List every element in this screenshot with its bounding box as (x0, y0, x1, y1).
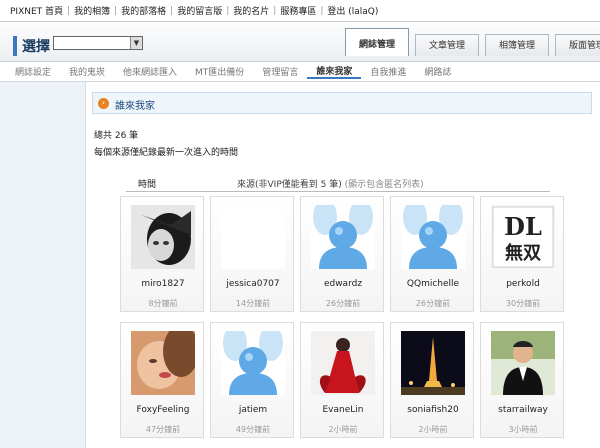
tab-blog-management[interactable]: 網誌管理 (345, 28, 409, 56)
top-link-logout[interactable]: 登出 (lalaQ) (323, 4, 382, 17)
subnav-weblog[interactable]: 網路誌 (415, 65, 460, 78)
avatar[interactable] (221, 205, 285, 269)
visitor-card[interactable]: QQmichelle 26分鐘前 (390, 196, 474, 312)
select-label: 選擇 (22, 39, 50, 55)
select-accent-bar (13, 36, 17, 56)
chevron-down-icon[interactable]: ▼ (130, 37, 142, 49)
column-source-label: 來源(非VIP僅能看到 5 筆) (237, 180, 342, 190)
default-avatar-icon[interactable] (311, 205, 375, 269)
subnav-blog-settings[interactable]: 網誌設定 (6, 65, 60, 78)
tab-layout-management[interactable]: 版面管理 (555, 34, 600, 56)
subnav-import[interactable]: 他來網誌匯入 (114, 65, 186, 78)
avatar[interactable] (491, 331, 555, 395)
column-source-note: (顯示包含匿名列表) (344, 180, 424, 190)
visit-time: 26分鐘前 (415, 299, 451, 308)
visit-time: 8分鐘前 (148, 299, 178, 308)
visitor-grid: miro1827 8分鐘前 jessica0707 14分鐘前 edwardz … (120, 196, 600, 446)
visitor-name[interactable]: perkold (481, 279, 565, 289)
visitor-card[interactable]: starrailway 3小時前 (480, 322, 564, 438)
visitor-card[interactable]: soniafish20 2小時前 (390, 322, 474, 438)
visitor-name[interactable]: jatiem (211, 405, 295, 415)
top-link-my-card[interactable]: 我的名片 (229, 4, 273, 17)
avatar[interactable] (311, 331, 375, 395)
header: 選擇 ▼ 網誌管理 文章管理 相簿管理 版面管理 (0, 22, 600, 62)
avatar[interactable] (401, 331, 465, 395)
subnav-manage-comments[interactable]: 管理留言 (253, 65, 307, 78)
avatar[interactable] (131, 205, 195, 269)
subnav-my-ghost[interactable]: 我的鬼崁 (60, 65, 114, 78)
main-content: › 誰來我家 總共 26 筆 每個來源僅紀錄最新一次進入的時間 時間 來源(非V… (86, 82, 600, 448)
subnav-mt-export[interactable]: MT匯出備份 (186, 65, 253, 78)
top-link-my-album[interactable]: 我的相簿 (70, 4, 114, 17)
top-links-bar: PIXNET 首頁 | 我的相簿 | 我的部落格 | 我的留言版 | 我的名片 | 服務專… (0, 0, 600, 22)
visit-time: 3小時前 (508, 425, 538, 434)
subnav-self-promote[interactable]: 自我推進 (361, 65, 415, 78)
total-count: 總共 26 筆 (94, 131, 139, 141)
default-avatar-icon[interactable] (401, 205, 465, 269)
logo-text-top: DL (504, 212, 542, 241)
visitor-card[interactable]: jatiem 49分鐘前 (210, 322, 294, 438)
visitor-card[interactable]: edwardz 26分鐘前 (300, 196, 384, 312)
visitor-name[interactable]: EvaneLin (301, 405, 385, 415)
default-avatar-icon[interactable] (221, 331, 285, 395)
visitor-card[interactable]: DL 無双 perkold 30分鐘前 (480, 196, 564, 312)
visit-time: 30分鐘前 (505, 299, 541, 308)
visitor-name[interactable]: QQmichelle (391, 279, 475, 289)
visitor-name[interactable]: soniafish20 (391, 405, 475, 415)
arrow-right-icon: › (98, 98, 109, 109)
visitor-name[interactable]: miro1827 (121, 279, 205, 289)
visit-time: 47分鐘前 (145, 425, 181, 434)
visit-time: 26分鐘前 (325, 299, 361, 308)
visitor-table-header: 時間 來源(非VIP僅能看到 5 筆) (顯示包含匿名列表) (126, 174, 550, 192)
avatar[interactable]: DL 無双 (491, 205, 555, 269)
visit-time: 49分鐘前 (235, 425, 271, 434)
visit-time: 2小時前 (418, 425, 448, 434)
top-link-my-guestbook[interactable]: 我的留言版 (173, 4, 226, 17)
left-sidebar (0, 82, 86, 448)
visitor-name[interactable]: jessica0707 (211, 279, 295, 289)
visitor-name[interactable]: edwardz (301, 279, 385, 289)
visitor-name[interactable]: starrailway (481, 405, 565, 415)
visitor-card[interactable]: EvaneLin 2小時前 (300, 322, 384, 438)
top-link-my-blog[interactable]: 我的部落格 (117, 4, 170, 17)
visit-time: 2小時前 (328, 425, 358, 434)
column-header-time: 時間 (138, 180, 157, 190)
blog-select-dropdown[interactable]: ▼ (53, 36, 143, 50)
visitor-card[interactable]: jessica0707 14分鐘前 (210, 196, 294, 312)
sub-navigation: 網誌設定 我的鬼崁 他來網誌匯入 MT匯出備份 管理留言 誰來我家 自我推進 網… (0, 62, 600, 82)
logo-text-bottom: 無双 (505, 242, 541, 264)
visitor-card[interactable]: miro1827 8分鐘前 (120, 196, 204, 312)
tab-article-management[interactable]: 文章管理 (415, 34, 479, 56)
visit-time: 14分鐘前 (235, 299, 271, 308)
subnav-who-visited[interactable]: 誰來我家 (307, 64, 362, 79)
visitor-card[interactable]: FoxyFeeling 47分鐘前 (120, 322, 204, 438)
column-header-source: 來源(非VIP僅能看到 5 筆) (顯示包含匿名列表) (237, 177, 424, 190)
tab-album-management[interactable]: 相簿管理 (485, 34, 549, 56)
top-link-pixnet-home[interactable]: PIXNET 首頁 (6, 4, 67, 17)
top-link-service[interactable]: 服務專區 (276, 4, 320, 17)
record-note: 每個來源僅紀錄最新一次進入的時間 (94, 148, 239, 158)
page-title: 誰來我家 (115, 101, 155, 112)
avatar[interactable] (131, 331, 195, 395)
section-title-bar: › 誰來我家 (92, 92, 592, 114)
visitor-name[interactable]: FoxyFeeling (121, 405, 205, 415)
main-tabs: 網誌管理 文章管理 相簿管理 版面管理 (345, 28, 600, 56)
